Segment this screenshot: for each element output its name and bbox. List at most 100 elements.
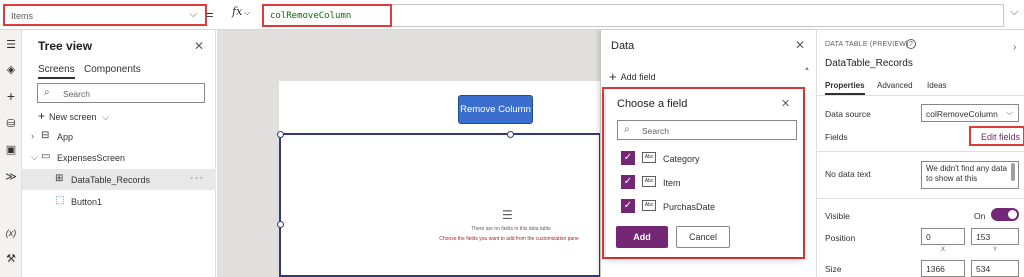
chevron-down-icon: ⌵	[189, 9, 197, 20]
media-icon[interactable]: ▣	[4, 143, 18, 157]
data-pane-title: Data	[611, 40, 635, 52]
remove-column-button[interactable]: Remove Column	[458, 95, 533, 124]
edit-fields-label: Edit fields	[980, 132, 1020, 142]
checkbox-checked-icon[interactable]: ✓	[621, 175, 635, 189]
tab-advanced[interactable]: Advanced	[877, 81, 913, 90]
scrollbar[interactable]	[1011, 163, 1015, 181]
size-label: Size	[825, 264, 842, 274]
text-type-icon: Abc	[642, 152, 656, 163]
tree-view-title: Tree view	[38, 39, 93, 53]
chevron-down-icon: ⌵	[31, 152, 38, 162]
resize-handle[interactable]	[277, 221, 284, 228]
tab-screens[interactable]: Screens	[38, 64, 75, 79]
tree-view-panel: Tree view ✕ Screens Components ⌕ Search …	[22, 30, 216, 277]
search-icon: ⌕	[624, 124, 630, 135]
power-automate-icon[interactable]: ≫	[4, 170, 18, 184]
formula-input-extension[interactable]	[392, 4, 1004, 27]
table-icon: ⊞	[55, 173, 64, 184]
choose-field-title: Choose a field	[617, 98, 688, 110]
size-height-input[interactable]: 534	[971, 260, 1019, 277]
data-icon[interactable]: ⛁	[4, 117, 18, 131]
plus-icon: +	[38, 109, 46, 123]
chevron-right-icon[interactable]: ›	[1013, 42, 1016, 53]
control-type-label: DATA TABLE (PREVIEW)	[825, 41, 909, 48]
tab-ideas[interactable]: Ideas	[927, 81, 947, 90]
data-source-value: colRemoveColumn	[926, 109, 998, 119]
screen-icon: ▭	[41, 151, 51, 162]
scroll-up-icon[interactable]: ▲	[804, 66, 810, 72]
expand-formula-icon[interactable]: ⌵	[1010, 6, 1018, 19]
chevron-down-icon: ⌵	[1006, 107, 1013, 117]
property-dropdown[interactable]: Items ⌵	[3, 4, 207, 26]
search-placeholder: Search	[642, 126, 669, 136]
control-name: DataTable_Records	[825, 58, 913, 69]
fx-button[interactable]: fx ⌵	[232, 5, 262, 25]
edit-fields-link[interactable]: Edit fields	[969, 126, 1024, 146]
add-field-button[interactable]: + Add field	[609, 69, 656, 84]
cancel-button[interactable]: Cancel	[676, 226, 730, 248]
close-icon[interactable]: ✕	[781, 97, 790, 110]
tree-node-screen[interactable]: ⌵ ▭ ExpensesScreen	[22, 147, 216, 168]
tree-node-label: DataTable_Records	[71, 175, 151, 185]
layers-icon[interactable]: ◈	[4, 63, 18, 77]
empty-table-message: There are no fields in this data table	[471, 226, 551, 232]
divider	[817, 151, 1024, 152]
variables-icon[interactable]: (x)	[4, 226, 18, 240]
checkbox-checked-icon[interactable]: ✓	[621, 199, 635, 213]
data-table-selection[interactable]	[277, 131, 601, 277]
formula-text: colRemoveColumn	[270, 11, 352, 21]
new-screen-label: New screen	[49, 112, 97, 122]
no-data-text-input[interactable]: We didn't find any data to show at this	[921, 161, 1019, 189]
equals-sign: =	[206, 7, 214, 22]
tree-node-button[interactable]: ⬚ Button1	[22, 191, 216, 212]
text-type-icon: Abc	[642, 176, 656, 187]
formula-input[interactable]: colRemoveColumn	[262, 4, 392, 27]
tree-search-input[interactable]: ⌕ Search	[37, 83, 205, 103]
property-value: Items	[11, 11, 34, 21]
visible-label: Visible	[825, 211, 850, 221]
field-name: Item	[663, 178, 681, 188]
tree-node-label: ExpensesScreen	[57, 153, 126, 163]
x-caption: X	[941, 247, 946, 253]
help-icon[interactable]: ?	[906, 39, 916, 49]
divider	[817, 198, 1024, 199]
data-source-label: Data source	[825, 109, 871, 119]
position-x-input[interactable]: 0	[921, 228, 965, 245]
size-width-input[interactable]: 1366	[921, 260, 965, 277]
tools-icon[interactable]: ⚒	[4, 252, 18, 266]
field-search-input[interactable]: ⌕ Search	[617, 120, 797, 140]
resize-handle[interactable]	[277, 131, 284, 138]
tree-node-label: Button1	[71, 197, 103, 207]
no-data-text-label: No data text	[825, 169, 871, 179]
divider	[817, 95, 1024, 96]
tree-node-app[interactable]: › ⊟ App	[22, 126, 216, 147]
new-screen-button[interactable]: + New screen ⌵	[38, 109, 109, 123]
visible-state: On	[974, 211, 986, 221]
left-rail: ☰ ◈ + ⛁ ▣ ≫ (x) ⚒ ⌕	[0, 30, 22, 277]
chevron-down-icon: ⌵	[244, 8, 251, 17]
close-icon[interactable]: ✕	[194, 39, 204, 53]
powerapps-studio: Items ⌵ = fx ⌵ colRemoveColumn ⌵ ☰ ◈ + ⛁ …	[0, 0, 1024, 277]
add-field-label: Add field	[620, 72, 656, 82]
checkbox-checked-icon[interactable]: ✓	[621, 151, 635, 165]
position-label: Position	[825, 233, 856, 243]
tab-properties[interactable]: Properties	[825, 81, 865, 95]
data-source-dropdown[interactable]: colRemoveColumn ⌵	[921, 104, 1019, 122]
table-fields-icon: ☰	[502, 208, 513, 222]
tree-node-datatable[interactable]: ⊞ DataTable_Records ···	[22, 169, 216, 190]
text-type-icon: Abc	[642, 200, 656, 211]
app-icon: ⊟	[41, 130, 50, 141]
search-placeholder: Search	[63, 89, 90, 99]
more-options-icon[interactable]: ···	[190, 172, 204, 184]
close-icon[interactable]: ✕	[795, 38, 805, 52]
tab-components[interactable]: Components	[84, 64, 141, 75]
add-button[interactable]: Add	[616, 226, 668, 248]
field-name: Category	[663, 154, 700, 164]
menu-icon[interactable]: ☰	[4, 38, 18, 52]
insert-icon[interactable]: +	[4, 89, 18, 103]
plus-icon: +	[609, 69, 617, 84]
resize-handle[interactable]	[507, 131, 514, 138]
position-y-input[interactable]: 153	[971, 228, 1019, 245]
visible-toggle[interactable]	[991, 208, 1019, 221]
empty-table-hint: Choose the fields you want to add from t…	[439, 236, 579, 242]
